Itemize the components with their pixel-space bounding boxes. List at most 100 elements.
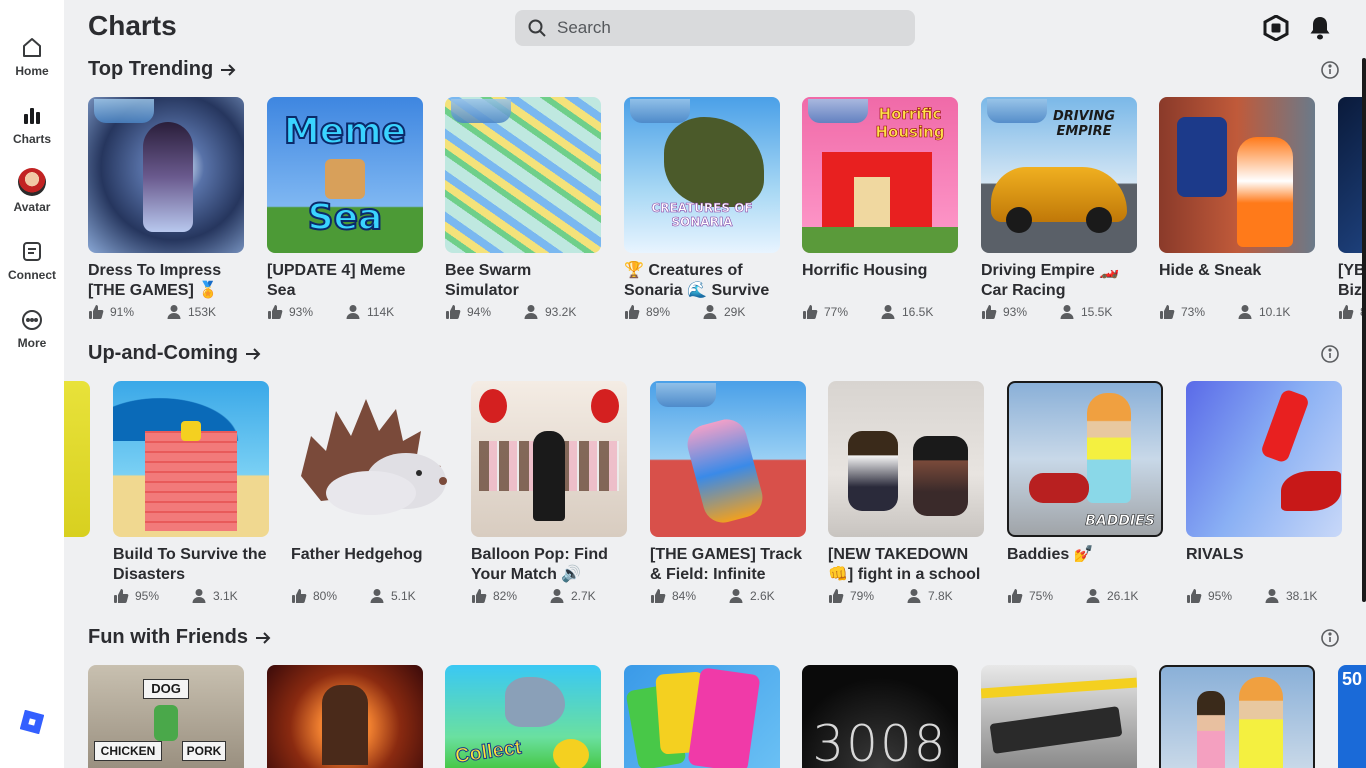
game-thumbnail[interactable] bbox=[1186, 381, 1342, 537]
sidebar-item-home[interactable]: Home bbox=[0, 36, 64, 78]
game-card[interactable] bbox=[1159, 665, 1315, 768]
thumbnail-text: Sea bbox=[307, 196, 384, 239]
games-event-badge bbox=[630, 99, 690, 123]
game-card[interactable]: RIVALS 95% 38.1K bbox=[1186, 381, 1342, 605]
thumbs-up-icon bbox=[982, 305, 997, 319]
players-icon bbox=[192, 589, 206, 603]
games-event-badge bbox=[451, 99, 511, 123]
rating: 94% bbox=[467, 305, 492, 319]
game-thumbnail[interactable] bbox=[88, 97, 244, 253]
game-card[interactable]: DOG CHICKEN PORK bbox=[88, 665, 244, 768]
thumbs-up-icon bbox=[89, 305, 104, 319]
game-thumbnail[interactable] bbox=[828, 381, 984, 537]
game-card[interactable] bbox=[64, 381, 90, 537]
game-card[interactable]: Collect bbox=[445, 665, 601, 768]
thumbnail-text: Horrific Housing bbox=[875, 105, 945, 142]
game-thumbnail[interactable]: DOG CHICKEN PORK bbox=[88, 665, 244, 768]
search-bar[interactable] bbox=[515, 10, 915, 46]
game-thumbnail[interactable] bbox=[267, 665, 423, 768]
game-card[interactable]: Dress To Impress [THE GAMES] 🏅 91% 153K bbox=[88, 97, 244, 321]
sidebar-item-label: More bbox=[17, 336, 47, 350]
game-card[interactable]: Horrific Housing Horrific Housing 77% 16… bbox=[802, 97, 958, 321]
game-thumbnail[interactable] bbox=[1159, 97, 1315, 253]
game-thumbnail[interactable]: Horrific Housing bbox=[802, 97, 958, 253]
player-count: 26.1K bbox=[1107, 589, 1139, 603]
game-thumbnail[interactable]: 3008 bbox=[802, 665, 958, 768]
game-card[interactable] bbox=[981, 665, 1137, 768]
game-card[interactable]: DRIVING EMPIRE Driving Empire 🏎️ Car Rac… bbox=[981, 97, 1137, 321]
game-stats: 75% 26.1K bbox=[1007, 587, 1163, 605]
game-card[interactable]: Meme Sea [UPDATE 4] Meme Sea 93% 114K bbox=[267, 97, 423, 321]
info-icon[interactable] bbox=[1320, 628, 1340, 648]
thumbnail-text: 3008 bbox=[812, 715, 948, 768]
game-card[interactable]: Hide & Sneak 73% 10.1K bbox=[1159, 97, 1315, 321]
section-title-up-and-coming[interactable]: Up-and-Coming bbox=[88, 342, 262, 365]
thumbnail-text: PORK bbox=[182, 741, 226, 761]
player-count: 15.5K bbox=[1081, 305, 1113, 319]
sidebar-item-charts[interactable]: Charts bbox=[0, 104, 64, 146]
game-card[interactable]: [THE GAMES] Track & Field: Infinite 84% … bbox=[650, 381, 806, 605]
game-thumbnail[interactable] bbox=[624, 665, 780, 768]
chat-icon bbox=[23, 242, 41, 261]
more-icon bbox=[22, 310, 42, 330]
game-thumbnail[interactable] bbox=[64, 381, 90, 537]
game-card[interactable] bbox=[267, 665, 423, 768]
game-thumbnail[interactable]: BADDIES bbox=[1007, 381, 1163, 537]
game-stats: 93% 114K bbox=[267, 303, 423, 321]
player-count: 93.2K bbox=[545, 305, 577, 319]
thumbnail-text: Meme bbox=[283, 110, 407, 153]
game-thumbnail[interactable] bbox=[981, 665, 1137, 768]
game-stats: 89% 29K bbox=[624, 303, 780, 321]
game-stats: 80% 5.1K bbox=[291, 587, 447, 605]
game-thumbnail[interactable] bbox=[445, 97, 601, 253]
sidebar-item-more[interactable]: More bbox=[0, 308, 64, 350]
game-card[interactable]: BADDIES Baddies 💅 75% 26.1K bbox=[1007, 381, 1163, 605]
thumbs-up-icon bbox=[1187, 589, 1202, 603]
robux-icon[interactable] bbox=[1263, 15, 1289, 41]
game-thumbnail[interactable] bbox=[113, 381, 269, 537]
game-thumbnail[interactable] bbox=[471, 381, 627, 537]
game-thumbnail[interactable]: DRIVING EMPIRE bbox=[981, 97, 1137, 253]
game-thumbnail[interactable] bbox=[291, 381, 447, 537]
thumbs-up-icon bbox=[268, 305, 283, 319]
game-thumbnail[interactable]: CREATURES OF SONARIA bbox=[624, 97, 780, 253]
game-thumbnail[interactable]: 50 bbox=[1338, 665, 1366, 768]
sidebar-item-avatar[interactable]: Avatar bbox=[0, 168, 64, 214]
sidebar-item-connect[interactable]: Connect bbox=[0, 240, 64, 282]
search-input[interactable] bbox=[557, 10, 897, 46]
game-thumbnail[interactable]: Meme Sea bbox=[267, 97, 423, 253]
thumbs-up-icon bbox=[1160, 305, 1175, 319]
home-icon bbox=[23, 38, 41, 57]
info-icon[interactable] bbox=[1320, 60, 1340, 80]
game-card[interactable]: [NEW TAKEDOWN 👊] fight in a school 79% 7… bbox=[828, 381, 984, 605]
rating: 77% bbox=[824, 305, 849, 319]
player-count: 7.8K bbox=[928, 589, 953, 603]
game-title: 🏆 Creatures of Sonaria 🌊 Survive bbox=[624, 262, 770, 299]
game-card[interactable]: Bee Swarm Simulator 94% 93.2K bbox=[445, 97, 601, 321]
roblox-logo-icon[interactable] bbox=[20, 710, 44, 734]
game-thumbnail[interactable]: Collect bbox=[445, 665, 601, 768]
game-card[interactable]: CREATURES OF SONARIA 🏆 Creatures of Sona… bbox=[624, 97, 780, 321]
thumbs-up-icon bbox=[472, 589, 487, 603]
info-icon[interactable] bbox=[1320, 344, 1340, 364]
thumbnail-text: CREATURES OF SONARIA bbox=[651, 201, 753, 230]
game-thumbnail[interactable] bbox=[650, 381, 806, 537]
game-card[interactable]: 50 bbox=[1338, 665, 1366, 768]
game-card[interactable]: Father Hedgehog 80% 5.1K bbox=[291, 381, 447, 605]
section-title-fun-with-friends[interactable]: Fun with Friends bbox=[88, 626, 272, 649]
arrow-right-icon bbox=[221, 63, 236, 76]
vertical-scrollbar[interactable] bbox=[1362, 58, 1366, 602]
notifications-bell-icon[interactable] bbox=[1308, 15, 1332, 41]
section-title-top-trending[interactable]: Top Trending bbox=[88, 58, 237, 81]
games-event-badge bbox=[94, 99, 154, 123]
game-card[interactable]: Balloon Pop: Find Your Match 🔊 82% 2.7K bbox=[471, 381, 627, 605]
sidebar-item-label: Home bbox=[15, 64, 49, 78]
game-card[interactable] bbox=[624, 665, 780, 768]
game-thumbnail[interactable] bbox=[1159, 665, 1315, 768]
game-title: Dress To Impress [THE GAMES] 🏅 bbox=[88, 262, 222, 299]
section-title-text: Fun with Friends bbox=[88, 626, 248, 648]
rating: 93% bbox=[289, 305, 314, 319]
game-card[interactable]: 3008 bbox=[802, 665, 958, 768]
game-card[interactable]: Build To Survive the Disasters 95% 3.1K bbox=[113, 381, 269, 605]
game-stats: 93% 15.5K bbox=[981, 303, 1137, 321]
